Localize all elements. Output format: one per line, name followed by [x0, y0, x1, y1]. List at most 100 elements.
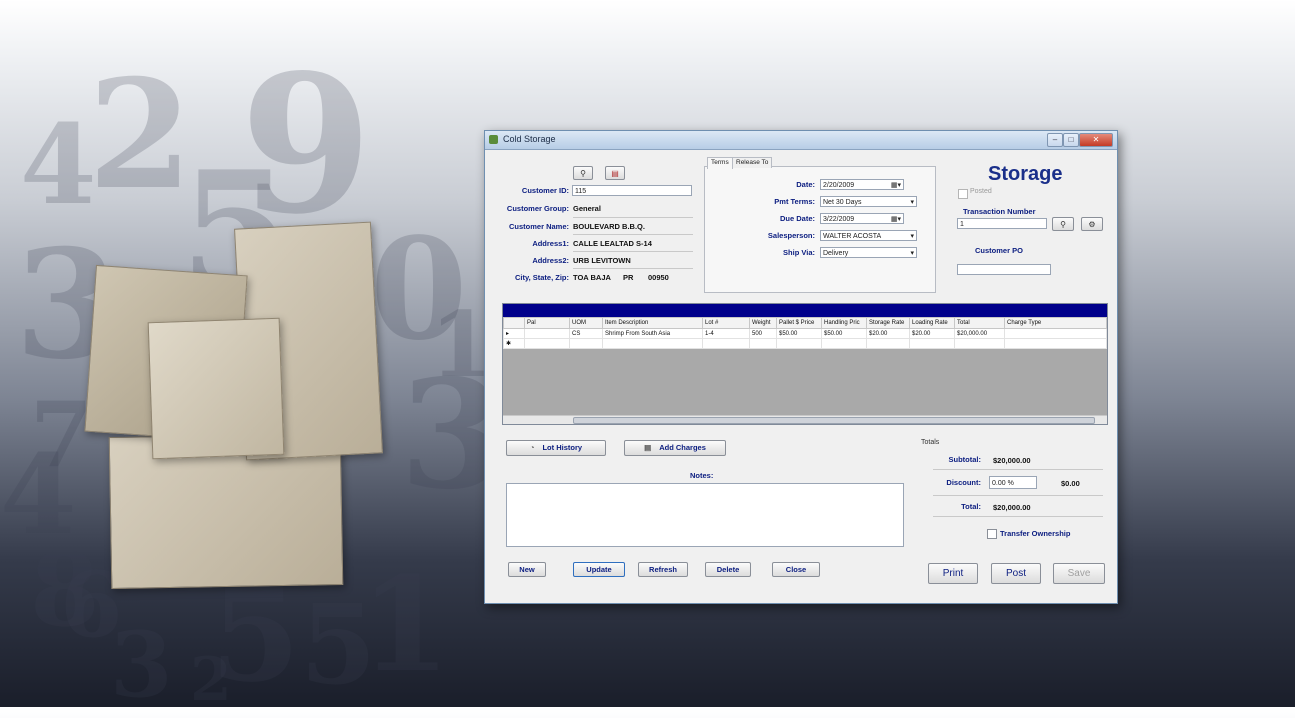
grid-header-bar — [503, 304, 1107, 317]
table-row-new[interactable]: ✱ — [503, 338, 1107, 349]
items-table: Pal UOM Item Description Lot # Weight Pa… — [503, 317, 1107, 349]
tab-release-to[interactable]: Release To — [732, 157, 773, 168]
lot-history-button[interactable]: ◔ Lot History — [506, 440, 606, 456]
items-grid[interactable]: Pal UOM Item Description Lot # Weight Pa… — [502, 303, 1108, 425]
table-cell[interactable]: $20.00 — [866, 328, 910, 339]
divider — [573, 251, 693, 252]
column-header[interactable]: Item Description — [602, 317, 703, 329]
table-cell[interactable]: 1-4 — [702, 328, 750, 339]
divider — [573, 217, 693, 218]
bg-digit: 4 — [20, 100, 97, 229]
close-button[interactable]: Close — [772, 562, 820, 577]
transaction-search-button[interactable]: ⚲ — [1052, 217, 1074, 231]
column-header[interactable]: Pal — [524, 317, 570, 329]
table-cell[interactable] — [569, 338, 603, 349]
salesperson-select[interactable]: WALTER ACOSTA — [820, 230, 917, 241]
refresh-button[interactable]: Refresh — [638, 562, 688, 577]
date-label: Date: — [796, 180, 815, 189]
totals-group-label: Totals — [921, 439, 940, 446]
divider — [933, 495, 1103, 496]
table-cell[interactable] — [1004, 338, 1107, 349]
printer-icon: ▤ — [611, 169, 619, 178]
table-cell[interactable]: $20.00 — [909, 328, 955, 339]
customer-print-button[interactable]: ▤ — [605, 166, 625, 180]
minimize-button[interactable]: – — [1047, 133, 1063, 147]
notes-label: Notes: — [690, 471, 714, 480]
delete-button[interactable]: Delete — [705, 562, 751, 577]
table-cell[interactable] — [1004, 328, 1107, 339]
date-value: 2/20/2009 — [823, 182, 855, 189]
table-cell[interactable] — [749, 338, 777, 349]
table-cell[interactable] — [866, 338, 910, 349]
table-cell[interactable] — [524, 328, 570, 339]
due-date-picker[interactable]: 3/22/2009 ▦▾ — [820, 213, 904, 224]
notes-textarea[interactable] — [506, 483, 904, 547]
update-button[interactable]: Update — [573, 562, 625, 577]
table-cell[interactable]: $20,000.00 — [954, 328, 1005, 339]
transaction-number-field[interactable]: 1 — [957, 218, 1047, 229]
column-header[interactable]: Lot # — [702, 317, 750, 329]
column-header[interactable]: Pallet $ Price — [776, 317, 822, 329]
close-window-button[interactable]: ✕ — [1079, 133, 1113, 147]
search-icon: ⚲ — [1060, 220, 1066, 229]
calendar-icon: ▦▾ — [890, 182, 901, 189]
scrollbar-thumb[interactable] — [573, 417, 1095, 424]
posted-checkbox[interactable] — [958, 189, 968, 199]
address2-value: URB LEVITOWN — [573, 256, 631, 265]
transaction-settings-button[interactable]: ⚙ — [1081, 217, 1103, 231]
tab-terms[interactable]: Terms — [707, 157, 733, 169]
bg-digit: 3 — [110, 612, 173, 718]
column-header[interactable]: Weight — [749, 317, 777, 329]
subtotal-value: $20,000.00 — [993, 456, 1031, 465]
transfer-ownership-checkbox[interactable] — [987, 529, 997, 539]
table-cell[interactable]: $50.00 — [821, 328, 867, 339]
table-cell[interactable]: $50.00 — [776, 328, 822, 339]
app-icon — [489, 135, 498, 144]
column-header[interactable]: UOM — [569, 317, 603, 329]
post-button[interactable]: Post — [991, 563, 1041, 584]
add-charges-button[interactable]: ▤ Add Charges — [624, 440, 726, 456]
ship-via-select[interactable]: Delivery — [820, 247, 917, 258]
grid-horizontal-scrollbar[interactable] — [503, 415, 1107, 424]
column-header[interactable]: Charge Type — [1004, 317, 1107, 329]
table-cell[interactable] — [776, 338, 822, 349]
table-row[interactable]: ▸ CS Shrimp From South Asia 1-4 500 $50.… — [503, 328, 1107, 339]
divider — [933, 469, 1103, 470]
table-cell[interactable]: Shrimp From South Asia — [602, 328, 703, 339]
table-cell[interactable] — [602, 338, 703, 349]
maximize-button[interactable]: □ — [1063, 133, 1079, 147]
customer-id-field[interactable]: 115 — [572, 185, 692, 196]
print-button[interactable]: Print — [928, 563, 978, 584]
customer-name-value: BOULEVARD B.B.Q. — [573, 222, 645, 231]
cold-storage-window: Cold Storage – □ ✕ ⚲ ▤ Customer ID: 115 … — [484, 130, 1118, 604]
column-header[interactable]: Storage Rate — [866, 317, 910, 329]
table-cell[interactable] — [524, 338, 570, 349]
discount-percent-field[interactable]: 0.00 % — [989, 476, 1037, 489]
save-button[interactable]: Save — [1053, 563, 1105, 584]
pmt-terms-select[interactable]: Net 30 Days — [820, 196, 917, 207]
new-button[interactable]: New — [508, 562, 546, 577]
gear-icon: ⚙ — [1088, 220, 1096, 229]
table-cell[interactable] — [702, 338, 750, 349]
table-cell[interactable] — [954, 338, 1005, 349]
column-header[interactable]: Loading Rate — [909, 317, 955, 329]
column-header[interactable]: Handling Pric — [821, 317, 867, 329]
divider — [573, 268, 693, 269]
table-cell[interactable]: CS — [569, 328, 603, 339]
address1-label: Address1: — [532, 239, 569, 248]
address1-value: CALLE LEALTAD S-14 — [573, 239, 652, 248]
customer-search-button[interactable]: ⚲ — [573, 166, 593, 180]
table-cell[interactable]: 500 — [749, 328, 777, 339]
table-cell[interactable] — [821, 338, 867, 349]
customer-po-field[interactable] — [957, 264, 1051, 275]
pmt-terms-label: Pmt Terms: — [774, 197, 815, 206]
column-header[interactable]: Total — [954, 317, 1005, 329]
date-picker[interactable]: 2/20/2009 ▦▾ — [820, 179, 904, 190]
table-cell[interactable] — [909, 338, 955, 349]
box-small-front — [147, 317, 285, 460]
customer-group-value: General — [573, 204, 601, 213]
cardboard-boxes-image — [80, 215, 400, 595]
customer-po-label: Customer PO — [975, 246, 1023, 255]
terms-tab-panel: Terms Release To Date: 2/20/2009 ▦▾ Pmt … — [704, 157, 936, 293]
city-state-zip-label: City, State, Zip: — [514, 273, 569, 282]
